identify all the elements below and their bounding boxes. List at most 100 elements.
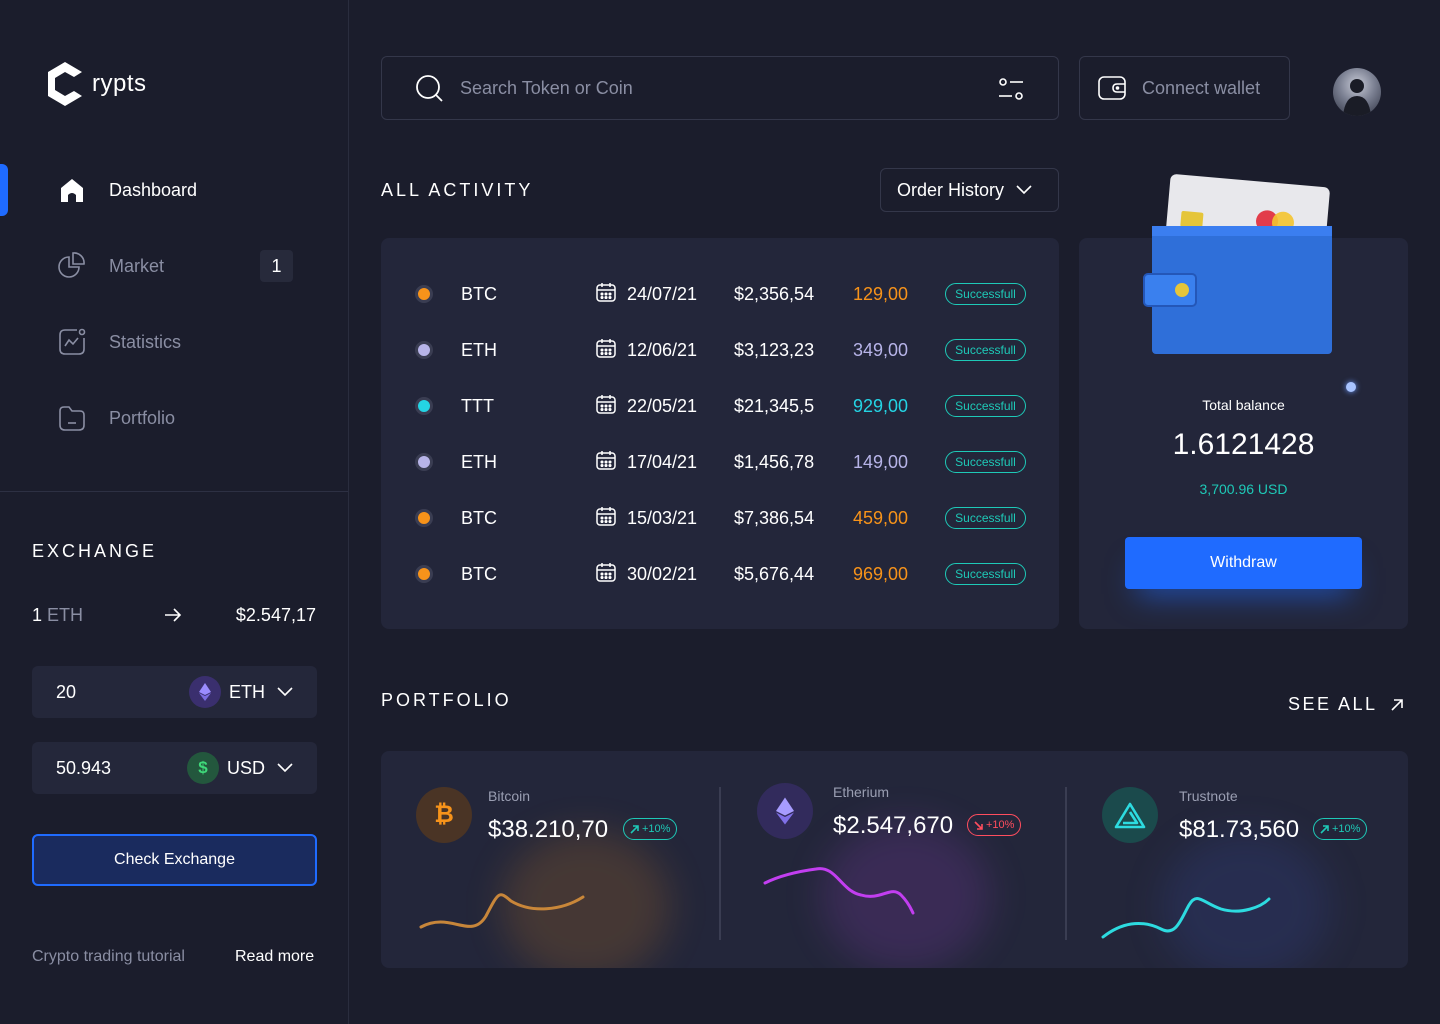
sidebar-item-label: Statistics [109, 331, 182, 352]
activity-quantity: 929,00 [853, 395, 909, 416]
status-badge: Successfull [945, 339, 1026, 361]
activity-coin: TTT [461, 395, 494, 416]
status-badge: Successfull [945, 395, 1026, 417]
chevron-down-icon[interactable] [277, 687, 293, 697]
table-row[interactable]: ETH 17/04/21 $1,456,78 149,00 Successfull [381, 448, 1059, 476]
status-badge: Successfull [945, 507, 1026, 529]
withdraw-button[interactable]: Withdraw [1125, 537, 1362, 589]
activity-date: 15/03/21 [627, 507, 698, 528]
exchange-rate: 1 ETH $2.547,17 [32, 603, 316, 627]
sidebar-item-market[interactable]: Market 1 [0, 240, 348, 292]
sidebar-item-label: Dashboard [109, 179, 198, 200]
avatar-icon [1343, 79, 1371, 116]
table-row[interactable]: BTC 15/03/21 $7,386,54 459,00 Successfull [381, 504, 1059, 532]
bitcoin-sparkline [419, 893, 585, 929]
chevron-down-icon[interactable] [277, 763, 293, 773]
pie-chart-icon [57, 251, 87, 281]
coin-color-dot [415, 565, 433, 583]
search-bar[interactable] [381, 56, 1059, 120]
see-all-link[interactable]: SEE ALL [1288, 694, 1404, 715]
activity-date: 30/02/21 [627, 563, 698, 584]
activity-quantity: 129,00 [853, 283, 909, 304]
sidebar-item-dashboard[interactable]: Dashboard [0, 164, 348, 216]
read-more-link[interactable]: Read more [235, 948, 314, 966]
calendar-icon [595, 561, 617, 588]
check-exchange-button[interactable]: Check Exchange [32, 834, 317, 886]
status-badge: Successfull [945, 563, 1026, 585]
portfolio-separator [719, 787, 721, 940]
activity-quantity: 349,00 [853, 339, 909, 360]
activity-title: ALL ACTIVITY [381, 180, 534, 200]
rate-coin: ETH [47, 604, 84, 625]
sidebar-item-label: Portfolio [109, 407, 176, 428]
search-input[interactable] [460, 77, 960, 99]
activity-date: 22/05/21 [627, 395, 698, 416]
rate-value: $2.547,17 [235, 604, 316, 625]
logo[interactable]: rypts [46, 60, 147, 108]
activity-amount: $2,356,54 [734, 283, 815, 304]
brand-name: rypts [92, 70, 147, 97]
wallet-illustration-icon [1143, 174, 1332, 354]
search-icon [416, 75, 443, 102]
table-row[interactable]: BTC 24/07/21 $2,356,54 129,00 Successfull [381, 280, 1059, 308]
sidebar: rypts Dashboard Market 1 Statistics Port… [0, 0, 349, 1024]
portfolio-change-badge: +10% [623, 818, 678, 840]
status-badge: Successfull [945, 451, 1026, 473]
activity-coin: ETH [461, 339, 497, 360]
wallet-icon [1098, 76, 1126, 100]
connect-wallet-button[interactable]: Connect wallet [1079, 56, 1290, 120]
activity-coin: BTC [461, 563, 497, 584]
exchange-to-field[interactable]: 50.943 $ USD [32, 742, 317, 794]
total-balance-usd: 3,700.96 USD [1199, 481, 1288, 497]
sidebar-item-statistics[interactable]: Statistics [0, 316, 348, 368]
calendar-icon [595, 281, 617, 308]
activity-amount: $21,345,5 [734, 395, 815, 416]
portfolio-card [381, 751, 1408, 968]
exchange-from-amount[interactable]: 20 [56, 682, 189, 703]
coin-color-dot [415, 509, 433, 527]
activity-coin: BTC [461, 507, 497, 528]
activity-amount: $1,456,78 [734, 451, 815, 472]
order-history-dropdown[interactable]: Order History [880, 168, 1059, 212]
trustnote-icon [1102, 787, 1158, 843]
activity-coin: ETH [461, 451, 497, 472]
exchange-to-amount[interactable]: 50.943 [56, 758, 187, 779]
rate-amount: 1 [32, 604, 43, 625]
trend-up-icon [1320, 824, 1329, 834]
connect-wallet-label: Connect wallet [1142, 77, 1261, 98]
activity-amount: $5,676,44 [734, 563, 815, 584]
decorative-dot [1346, 382, 1356, 392]
portfolio-change-badge: +10% [967, 814, 1022, 836]
activity-table: BTC 24/07/21 $2,356,54 129,00 Successfull ETH… [381, 238, 1059, 629]
activity-amount: $7,386,54 [734, 507, 815, 528]
calendar-icon [595, 393, 617, 420]
activity-date: 12/06/21 [627, 339, 698, 360]
calendar-icon [595, 449, 617, 476]
portfolio-coin-name: Etherium [833, 784, 890, 800]
table-row[interactable]: TTT 22/05/21 $21,345,5 929,00 Successfull [381, 392, 1059, 420]
activity-amount: $3,123,23 [734, 339, 815, 360]
trustnote-sparkline [1101, 897, 1271, 939]
portfolio-title: PORTFOLIO [381, 690, 512, 710]
activity-date: 17/04/21 [627, 451, 698, 472]
portfolio-coin-price: $81.73,560 [1179, 816, 1300, 843]
coin-color-dot [415, 341, 433, 359]
user-avatar[interactable] [1333, 68, 1381, 116]
dollar-icon: $ [186, 752, 219, 784]
portfolio-coin-name: Trustnote [1179, 788, 1238, 804]
portfolio-coin-price: $38.210,70 [488, 816, 609, 843]
total-balance-label: Total balance [1202, 397, 1285, 413]
table-row[interactable]: BTC 30/02/21 $5,676,44 969,00 Successfull [381, 560, 1059, 588]
portfolio-separator [1065, 787, 1067, 940]
exchange-from-field[interactable]: 20 ETH [32, 666, 317, 718]
activity-quantity: 459,00 [853, 507, 909, 528]
ethereum-icon [757, 783, 813, 839]
sidebar-item-portfolio[interactable]: Portfolio [0, 392, 348, 444]
portfolio-sparklines [419, 867, 1271, 939]
coin-color-dot [415, 397, 433, 415]
filter-icon[interactable] [998, 77, 1024, 101]
activity-date: 24/07/21 [627, 283, 698, 304]
bitcoin-icon: ₿ [416, 787, 472, 843]
portfolio-coin-price: $2.547,670 [833, 812, 954, 839]
table-row[interactable]: ETH 12/06/21 $3,123,23 349,00 Successfull [381, 336, 1059, 364]
